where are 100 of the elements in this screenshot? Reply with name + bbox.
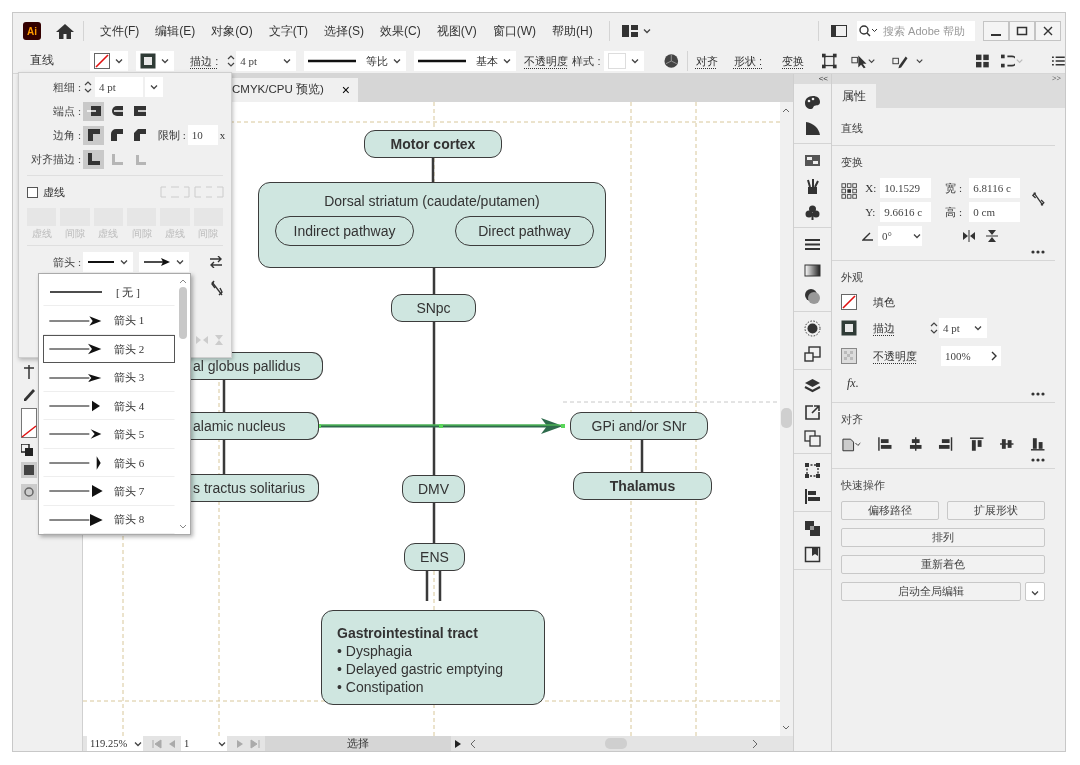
connector-line[interactable] xyxy=(640,440,644,472)
shape-link[interactable]: 形状 : xyxy=(733,52,763,70)
align-center-icon[interactable] xyxy=(907,435,924,452)
menu-item[interactable]: 文件(F) xyxy=(92,22,148,40)
connector-line[interactable] xyxy=(432,503,436,543)
menu-item[interactable]: 编辑(E) xyxy=(147,22,204,40)
caret-icon[interactable] xyxy=(912,231,922,241)
pathfinder-icon[interactable] xyxy=(804,520,821,537)
caret-icon[interactable] xyxy=(175,257,185,267)
color-mode-icon[interactable] xyxy=(21,462,37,478)
transform-icon[interactable] xyxy=(804,462,821,479)
style-swatch[interactable] xyxy=(608,53,627,69)
workspace-icon[interactable] xyxy=(621,25,638,37)
artboards-icon[interactable] xyxy=(804,430,821,447)
connector-line[interactable] xyxy=(432,268,436,294)
pencil-tool-icon[interactable] xyxy=(21,386,37,402)
menu-icon[interactable] xyxy=(1052,55,1065,67)
reference-point-icon[interactable] xyxy=(841,182,858,200)
diagram-node[interactable]: Dorsal striatum (caudate/putamen) Indirect pathway Direct pathway xyxy=(258,182,606,268)
caret-icon[interactable] xyxy=(630,56,641,66)
diagram-node[interactable]: Indirect pathway xyxy=(275,216,414,246)
connector-line[interactable] xyxy=(222,440,226,474)
scroll-up-icon[interactable] xyxy=(178,277,188,285)
limit-field[interactable]: 10 xyxy=(187,125,218,145)
diagram-node[interactable]: DMV xyxy=(402,475,465,503)
club-icon[interactable] xyxy=(804,204,821,221)
more-icon[interactable] xyxy=(1031,392,1045,396)
diagram-node[interactable]: Thalamus xyxy=(573,472,712,500)
gradient-triangle-icon[interactable] xyxy=(804,120,821,137)
tab-close-button[interactable]: × xyxy=(341,83,350,97)
swap-icon[interactable] xyxy=(209,256,223,268)
caret-icon[interactable] xyxy=(392,56,403,66)
cap-button[interactable] xyxy=(83,101,104,121)
effects-button[interactable]: fx. xyxy=(847,374,867,392)
align-link[interactable]: 对齐 xyxy=(695,52,718,70)
scrollbar-thumb[interactable] xyxy=(781,408,792,428)
appearance-icon[interactable] xyxy=(804,320,821,337)
caret-icon[interactable] xyxy=(867,56,877,66)
link-proportions-icon[interactable] xyxy=(1032,190,1045,208)
transparency-icon[interactable] xyxy=(804,288,821,305)
close-button[interactable] xyxy=(1035,21,1061,41)
align-stroke-button[interactable] xyxy=(83,149,104,169)
caret-icon[interactable] xyxy=(119,257,129,267)
flip-horizontal-icon[interactable] xyxy=(962,230,976,242)
recolor-icon[interactable] xyxy=(664,53,680,69)
connector-line[interactable] xyxy=(432,322,436,475)
panel-layout-icon[interactable] xyxy=(831,25,847,37)
flip-vertical-icon[interactable] xyxy=(986,229,998,243)
spinner-icon[interactable] xyxy=(929,320,939,336)
isolate-icon[interactable] xyxy=(1000,54,1016,68)
search-icon[interactable] xyxy=(857,21,879,41)
caret-icon[interactable] xyxy=(114,56,125,66)
scroll-down-icon[interactable] xyxy=(178,523,188,531)
arrowhead-option[interactable]: 箭头 2 xyxy=(43,334,175,364)
link-scale-icon[interactable] xyxy=(211,280,223,296)
spinner-icon[interactable] xyxy=(226,53,237,69)
swatches-icon[interactable] xyxy=(804,152,821,169)
opacity-swatch[interactable] xyxy=(841,348,857,364)
connector-line[interactable] xyxy=(222,380,226,412)
home-icon[interactable] xyxy=(55,22,75,40)
size-field[interactable]: 0 cm xyxy=(969,202,1021,222)
minimize-button[interactable] xyxy=(983,21,1009,41)
collapse-button[interactable]: >> xyxy=(832,74,1065,84)
more-icon[interactable] xyxy=(1031,457,1045,462)
align-top-icon[interactable] xyxy=(968,435,985,452)
menu-item[interactable]: 帮助(H) xyxy=(544,22,601,40)
align-panel-icon[interactable] xyxy=(804,488,821,505)
action-button[interactable]: 偏移路径 xyxy=(841,501,939,520)
coordinate-field[interactable]: 9.6616 c xyxy=(880,202,932,222)
stroke-swatch[interactable] xyxy=(140,53,157,69)
diagram-node[interactable]: Motor cortex xyxy=(364,130,502,158)
export-icon[interactable] xyxy=(804,404,821,421)
scrollbar-thumb[interactable] xyxy=(179,287,187,339)
swap-colors-icon[interactable] xyxy=(21,444,33,456)
panel-tab[interactable]: 属性 xyxy=(832,84,876,108)
connector-line[interactable] xyxy=(425,571,442,601)
action-button[interactable]: 扩展形状 xyxy=(947,501,1045,520)
diagram-node[interactable]: Direct pathway xyxy=(455,216,594,246)
stroke-link[interactable]: 描边 xyxy=(873,319,913,337)
diagram-node[interactable]: GPi and/or SNr xyxy=(570,412,708,440)
scroll-right-icon[interactable] xyxy=(751,738,759,749)
layers-icon[interactable] xyxy=(804,378,821,395)
action-button[interactable]: 启动全局编辑 xyxy=(841,582,1021,601)
corner-button[interactable] xyxy=(83,125,104,145)
coordinate-field[interactable]: 10.1529 xyxy=(880,178,932,198)
menu-item[interactable]: 窗口(W) xyxy=(484,22,544,40)
transform-link[interactable]: 变换 xyxy=(782,52,805,70)
caret-icon[interactable] xyxy=(282,56,293,66)
menu-item[interactable]: 对象(O) xyxy=(203,22,261,40)
graphic-styles-icon[interactable] xyxy=(804,346,821,363)
diagram-node[interactable]: al globus pallidus xyxy=(191,352,323,380)
align-left-icon[interactable] xyxy=(877,435,893,452)
caret-icon[interactable] xyxy=(914,56,924,66)
play-icon[interactable] xyxy=(453,738,463,749)
stroke-weight-field[interactable]: 4 pt xyxy=(236,51,279,71)
palette-icon[interactable] xyxy=(804,94,821,111)
diagram-node[interactable]: s tractus solitarius xyxy=(191,474,319,502)
stroke-weight-field[interactable]: 4 pt xyxy=(95,77,143,97)
diagram-node[interactable]: SNpc xyxy=(391,294,476,322)
gradient-mode-icon[interactable] xyxy=(21,484,37,500)
